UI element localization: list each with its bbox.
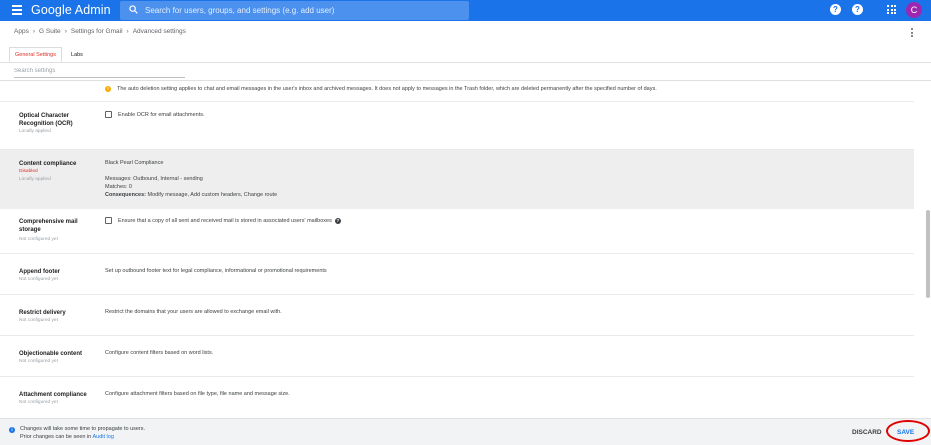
- app-brand[interactable]: Google Admin: [31, 3, 111, 17]
- consequences-value: Modify message, Add custom headers, Chan…: [147, 192, 278, 198]
- vertical-scrollbar[interactable]: [926, 210, 930, 298]
- setting-status: Not configured yet: [19, 277, 58, 282]
- setting-status: Locally applied: [19, 177, 51, 182]
- setting-status: Not configured yet: [19, 237, 58, 242]
- breadcrumb-separator: ›: [64, 28, 67, 35]
- discard-button[interactable]: DISCARD: [852, 429, 882, 436]
- setting-status: Not configured yet: [19, 359, 58, 364]
- setting-row-objectionable-content[interactable]: Objectionable content Not configured yet…: [0, 336, 914, 376]
- setting-title[interactable]: Content compliance: [19, 160, 99, 168]
- propagation-notice: Changes will take some time to propagate…: [20, 426, 146, 432]
- breadcrumb: Apps › G Suite › Settings for Gmail › Ad…: [14, 28, 186, 35]
- setting-title[interactable]: Restrict delivery: [19, 309, 99, 317]
- avatar[interactable]: C: [906, 2, 922, 18]
- compliance-consequences: Consequences: Modify message, Add custom…: [105, 191, 277, 199]
- audit-log-prefix: Prior changes can be seen in: [20, 434, 92, 440]
- matches-label: Matches:: [105, 184, 128, 190]
- more-options-icon[interactable]: [911, 28, 915, 38]
- save-button[interactable]: SAVE: [897, 429, 914, 436]
- tab-labs[interactable]: Labs: [66, 47, 88, 62]
- settings-list: ! The auto deletion setting applies to c…: [0, 81, 921, 417]
- breadcrumb-advanced-settings: Advanced settings: [132, 28, 186, 35]
- search-icon: [129, 5, 138, 14]
- setting-description: Set up outbound footer text for legal co…: [105, 268, 327, 274]
- audit-log-notice: Prior changes can be seen in Audit log: [20, 434, 114, 440]
- setting-title[interactable]: Objectionable content: [19, 350, 99, 358]
- breadcrumb-separator: ›: [32, 28, 35, 35]
- breadcrumb-gsuite[interactable]: G Suite: [39, 28, 61, 35]
- setting-status-disabled: Disabled: [19, 169, 38, 174]
- setting-title[interactable]: Attachment compliance: [19, 391, 99, 399]
- setting-description: Restrict the domains that your users are…: [105, 309, 282, 315]
- compliance-messages: Messages: Outbound, Internal - sending: [105, 175, 203, 183]
- help-circle-icon[interactable]: ?: [334, 217, 341, 224]
- top-app-bar: Google Admin ? ? C: [0, 0, 931, 21]
- setting-row-content-compliance[interactable]: Content compliance Disabled Locally appl…: [0, 150, 914, 209]
- breadcrumb-apps[interactable]: Apps: [14, 28, 29, 35]
- compliance-matches: Matches: 0: [105, 183, 132, 191]
- matches-value: 0: [128, 184, 132, 190]
- setting-row-attachment-compliance[interactable]: Attachment compliance Not configured yet…: [0, 377, 914, 417]
- tab-divider: [0, 62, 931, 63]
- setting-description: Configure content filters based on word …: [105, 350, 214, 356]
- consequences-label: Consequences:: [105, 192, 146, 198]
- ocr-checkbox[interactable]: [105, 111, 112, 119]
- setting-row-comprehensive-mail-storage: Comprehensive mail storage Not configure…: [0, 209, 914, 253]
- setting-title[interactable]: Optical Character Recognition (OCR): [19, 112, 99, 128]
- menu-icon[interactable]: [12, 5, 22, 15]
- save-bar: i Changes will take some time to propaga…: [0, 418, 931, 445]
- messages-label: Messages:: [105, 176, 132, 182]
- setting-row-restrict-delivery[interactable]: Restrict delivery Not configured yet Res…: [0, 295, 914, 335]
- comprehensive-storage-option: Ensure that a copy of all sent and recei…: [105, 217, 341, 225]
- global-search[interactable]: [120, 1, 469, 20]
- messages-value: Outbound, Internal - sending: [133, 176, 203, 182]
- setting-status: Locally applied: [19, 129, 51, 134]
- ocr-option: Enable OCR for email attachments.: [105, 111, 205, 119]
- compliance-rule-name: Black Pearl Compliance: [105, 160, 164, 166]
- settings-tabs: General Settings Labs: [9, 47, 88, 62]
- search-settings-input[interactable]: [14, 65, 185, 78]
- setting-description: Configure attachment filters based on fi…: [105, 391, 290, 397]
- support-icon[interactable]: ?: [852, 4, 863, 15]
- auto-deletion-info: ! The auto deletion setting applies to c…: [105, 86, 657, 92]
- setting-row-append-footer[interactable]: Append footer Not configured yet Set up …: [0, 254, 914, 294]
- auto-deletion-info-text: The auto deletion setting applies to cha…: [117, 86, 657, 92]
- apps-grid-icon[interactable]: [887, 5, 896, 14]
- breadcrumb-gmail-settings[interactable]: Settings for Gmail: [71, 28, 123, 35]
- setting-title[interactable]: Comprehensive mail storage: [19, 218, 99, 234]
- comprehensive-storage-checkbox-label: Ensure that a copy of all sent and recei…: [118, 218, 332, 224]
- global-search-input[interactable]: [145, 3, 460, 18]
- tab-general-settings[interactable]: General Settings: [9, 47, 62, 62]
- audit-log-link[interactable]: Audit log: [92, 434, 113, 440]
- info-icon: i: [9, 427, 15, 433]
- setting-status: Not configured yet: [19, 400, 58, 405]
- help-icon[interactable]: ?: [830, 4, 841, 15]
- setting-status: Not configured yet: [19, 318, 58, 323]
- breadcrumb-separator: ›: [126, 28, 129, 35]
- setting-title[interactable]: Append footer: [19, 268, 99, 276]
- comprehensive-storage-checkbox[interactable]: [105, 217, 112, 225]
- ocr-checkbox-label: Enable OCR for email attachments.: [118, 112, 205, 118]
- info-icon: !: [105, 86, 111, 92]
